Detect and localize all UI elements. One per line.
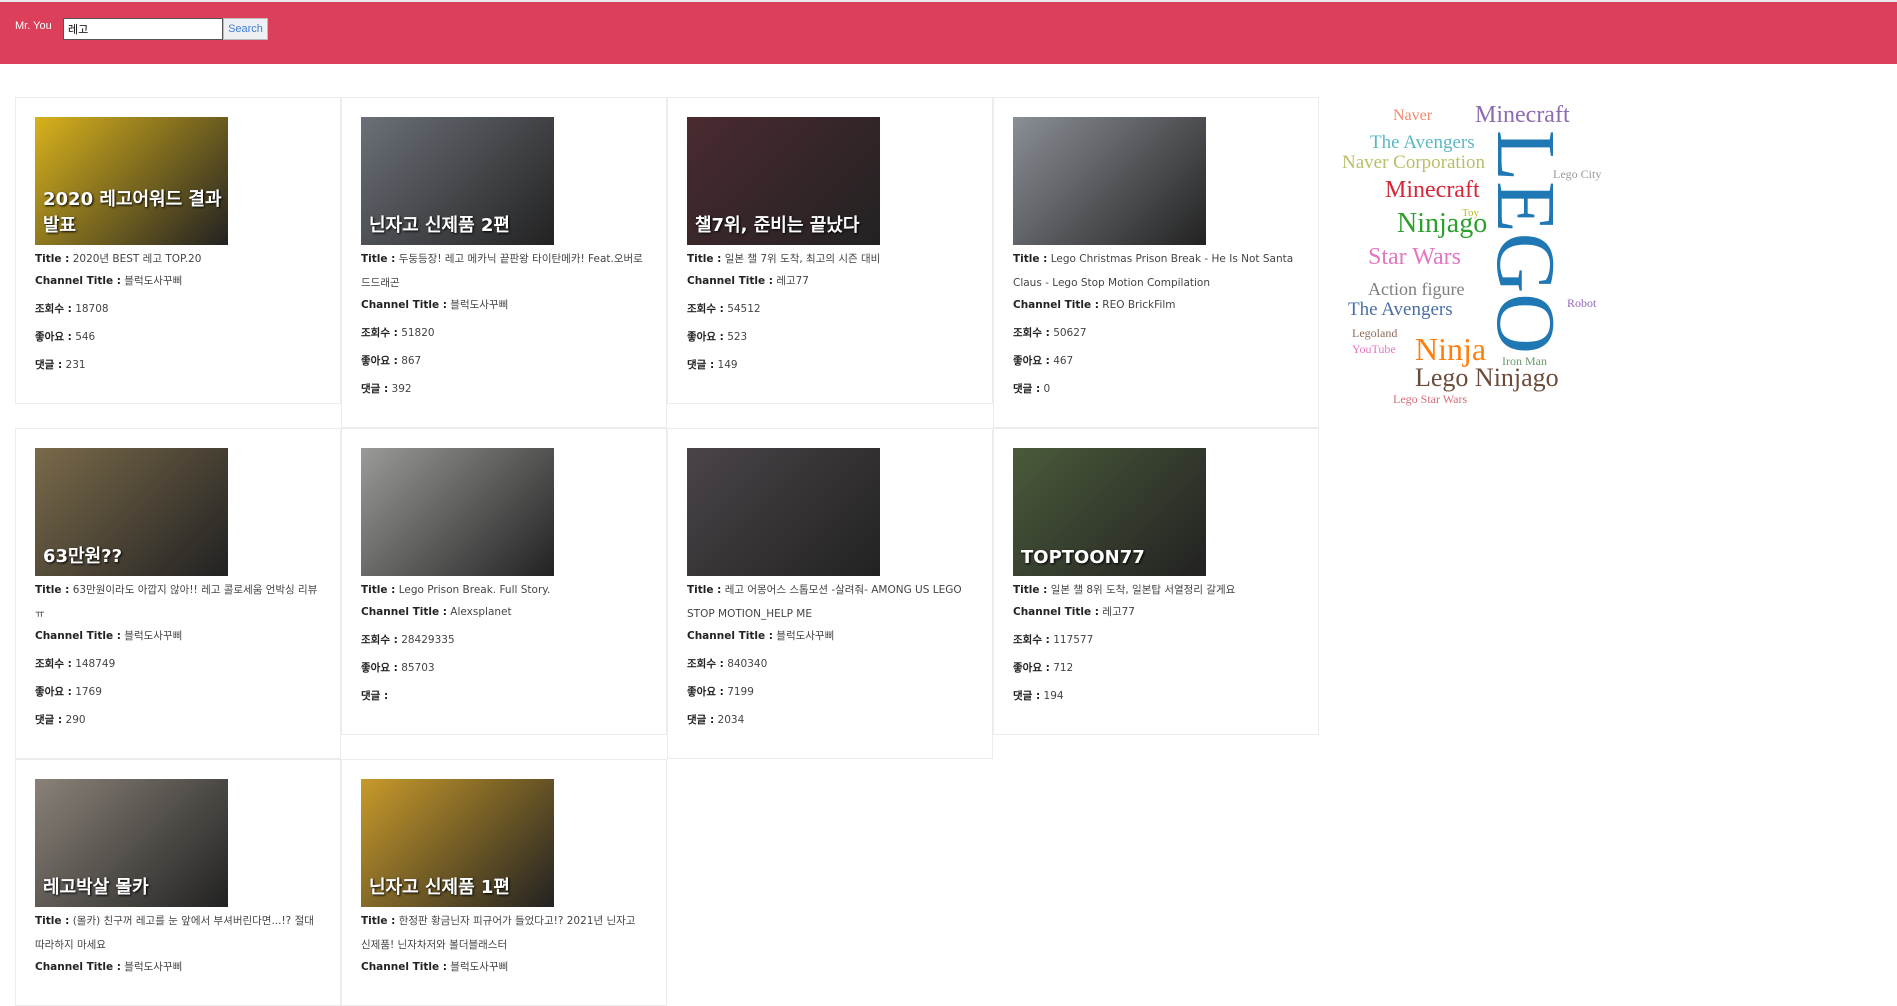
word-cloud-term: YouTube [1352, 342, 1396, 356]
video-thumbnail[interactable] [687, 448, 880, 576]
video-title: Title : Lego Christmas Prison Break - He… [1013, 253, 1294, 289]
channel-title: Channel Title : Alexsplanet [361, 606, 512, 618]
channel-title: Channel Title : 블럭도사꾸삐 [35, 275, 183, 287]
video-card: 63만원?? Title : 63만원이라도 아깝지 않아!! 레고 콜로세움 … [15, 428, 341, 759]
thumbnail-caption: 2020 레고어워드 결과발표 [43, 189, 222, 236]
view-count: 조회수 : 50627 [1013, 327, 1087, 339]
word-cloud-term: Lego Star Wars [1393, 392, 1468, 406]
view-count: 조회수 : 28429335 [361, 634, 455, 646]
video-thumbnail[interactable]: 챌7위, 준비는 끝났다 [687, 117, 880, 245]
view-count: 조회수 : 148749 [35, 658, 116, 670]
channel-title: Channel Title : 블럭도사꾸삐 [35, 961, 183, 973]
video-thumbnail[interactable]: 2020 레고어워드 결과발표 [35, 117, 228, 245]
word-cloud-term: Naver Corporation [1342, 152, 1485, 173]
word-cloud-term: Legoland [1352, 326, 1398, 340]
view-count: 조회수 : 18708 [35, 303, 109, 315]
comment-count: 댓글 : [361, 690, 389, 702]
video-card: 2020 레고어워드 결과발표 Title : 2020년 BEST 레고 TO… [15, 97, 341, 404]
word-cloud-term: Robot [1567, 296, 1597, 310]
thumbnail-caption: 닌자고 신제품 1편 [369, 877, 510, 898]
video-thumbnail[interactable]: 닌자고 신제품 2편 [361, 117, 554, 245]
view-count: 조회수 : 54512 [687, 303, 761, 315]
video-thumbnail[interactable]: 닌자고 신제품 1편 [361, 779, 554, 907]
word-cloud-term: The Avengers [1348, 299, 1453, 320]
video-thumbnail[interactable]: TOPTOON77 [1013, 448, 1206, 576]
comment-count: 댓글 : 0 [1013, 383, 1051, 395]
channel-title: Channel Title : 레고77 [687, 275, 809, 287]
video-thumbnail[interactable] [361, 448, 554, 576]
channel-title: Channel Title : REO BrickFilm [1013, 299, 1176, 311]
comment-count: 댓글 : 392 [361, 383, 412, 395]
channel-title: Channel Title : 레고77 [1013, 606, 1135, 618]
video-title: Title : 한정판 황금닌자 피규어가 들었다고!? 2021년 닌자고 신… [361, 915, 636, 951]
word-cloud-term: Action figure [1368, 279, 1465, 299]
video-thumbnail[interactable]: 레고박살 몰카 [35, 779, 228, 907]
view-count: 조회수 : 840340 [687, 658, 768, 670]
view-count: 조회수 : 51820 [361, 327, 435, 339]
video-thumbnail[interactable] [1013, 117, 1206, 245]
like-count: 좋아요 : 546 [35, 331, 96, 343]
video-title: Title : 일본 챌 7위 도착, 최고의 시즌 대비 [687, 253, 881, 265]
comment-count: 댓글 : 149 [687, 359, 738, 371]
comment-count: 댓글 : 2034 [687, 714, 745, 726]
thumbnail-caption: 챌7위, 준비는 끝났다 [695, 215, 860, 236]
word-cloud-term: Lego City [1553, 167, 1602, 181]
thumbnail-caption: 63만원?? [43, 546, 123, 567]
search-input[interactable] [63, 18, 223, 40]
video-title: Title : 일본 챌 8위 도착, 일본탑 서열정리 갈게요 [1013, 584, 1236, 596]
video-card: TOPTOON77 Title : 일본 챌 8위 도착, 일본탑 서열정리 갈… [993, 428, 1319, 735]
video-card: Title : Lego Prison Break. Full Story. C… [341, 428, 667, 735]
thumbnail-caption: 레고박살 몰카 [43, 877, 149, 898]
like-count: 좋아요 : 467 [1013, 355, 1074, 367]
word-cloud-term: Ninja [1415, 331, 1487, 367]
word-cloud-term: Star Wars [1368, 244, 1461, 270]
like-count: 좋아요 : 867 [361, 355, 422, 367]
video-card: 닌자고 신제품 1편 Title : 한정판 황금닌자 피규어가 들었다고!? … [341, 759, 667, 1006]
word-cloud-term: Minecraft [1475, 102, 1570, 128]
like-count: 좋아요 : 7199 [687, 686, 754, 698]
thumbnail-caption: 닌자고 신제품 2편 [369, 215, 510, 236]
word-cloud: LEGO Naver Minecraft The Avengers Naver Corp… [1320, 80, 1620, 420]
like-count: 좋아요 : 1769 [35, 686, 102, 698]
video-title: Title : Lego Prison Break. Full Story. [361, 584, 551, 596]
comment-count: 댓글 : 231 [35, 359, 86, 371]
video-title: Title : 63만원이라도 아깝지 않아!! 레고 콜로세움 언박싱 리뷰 … [35, 584, 318, 620]
channel-title: Channel Title : 블럭도사꾸삐 [361, 961, 509, 973]
comment-count: 댓글 : 290 [35, 714, 86, 726]
like-count: 좋아요 : 712 [1013, 662, 1074, 674]
word-cloud-term: Naver [1393, 107, 1433, 124]
brand-label[interactable]: Mr. You [15, 20, 52, 32]
video-title: Title : 두둥등장! 레고 메카닉 끝판왕 타이탄메카! Feat.오버로… [361, 253, 643, 289]
top-navbar: Mr. You Search [0, 0, 1897, 64]
video-card: Title : 레고 어몽어스 스톱모션 -살려줘- AMONG US LEGO… [667, 428, 993, 759]
channel-title: Channel Title : 블럭도사꾸삐 [361, 299, 509, 311]
channel-title: Channel Title : 블럭도사꾸삐 [687, 630, 835, 642]
like-count: 좋아요 : 85703 [361, 662, 435, 674]
video-title: Title : 2020년 BEST 레고 TOP.20 [35, 253, 202, 265]
view-count: 조회수 : 117577 [1013, 634, 1094, 646]
thumbnail-caption: TOPTOON77 [1021, 547, 1145, 568]
video-card: 레고박살 몰카 Title : (몰카) 친구꺼 레고를 눈 앞에서 부셔버린다… [15, 759, 341, 1006]
word-cloud-term: LEGO [1479, 130, 1572, 354]
video-card: 챌7위, 준비는 끝났다 Title : 일본 챌 7위 도착, 최고의 시즌 … [667, 97, 993, 404]
video-thumbnail[interactable]: 63만원?? [35, 448, 228, 576]
channel-title: Channel Title : 블럭도사꾸삐 [35, 630, 183, 642]
like-count: 좋아요 : 523 [687, 331, 748, 343]
video-card: 닌자고 신제품 2편 Title : 두둥등장! 레고 메카닉 끝판왕 타이탄메… [341, 97, 667, 428]
word-cloud-term: The Avengers [1370, 132, 1475, 153]
comment-count: 댓글 : 194 [1013, 690, 1064, 702]
video-title: Title : 레고 어몽어스 스톱모션 -살려줘- AMONG US LEGO… [687, 584, 962, 620]
word-cloud-term: Lego Ninjago [1415, 363, 1559, 392]
video-card: Title : Lego Christmas Prison Break - He… [993, 97, 1319, 428]
video-title: Title : (몰카) 친구꺼 레고를 눈 앞에서 부셔버린다면...!? 절… [35, 915, 314, 951]
search-button[interactable]: Search [223, 18, 268, 40]
word-cloud-term: Minecraft [1385, 177, 1480, 203]
word-cloud-term: Ninjago [1397, 208, 1488, 239]
video-grid: 2020 레고어워드 결과발표 Title : 2020년 BEST 레고 TO… [15, 97, 1319, 1006]
